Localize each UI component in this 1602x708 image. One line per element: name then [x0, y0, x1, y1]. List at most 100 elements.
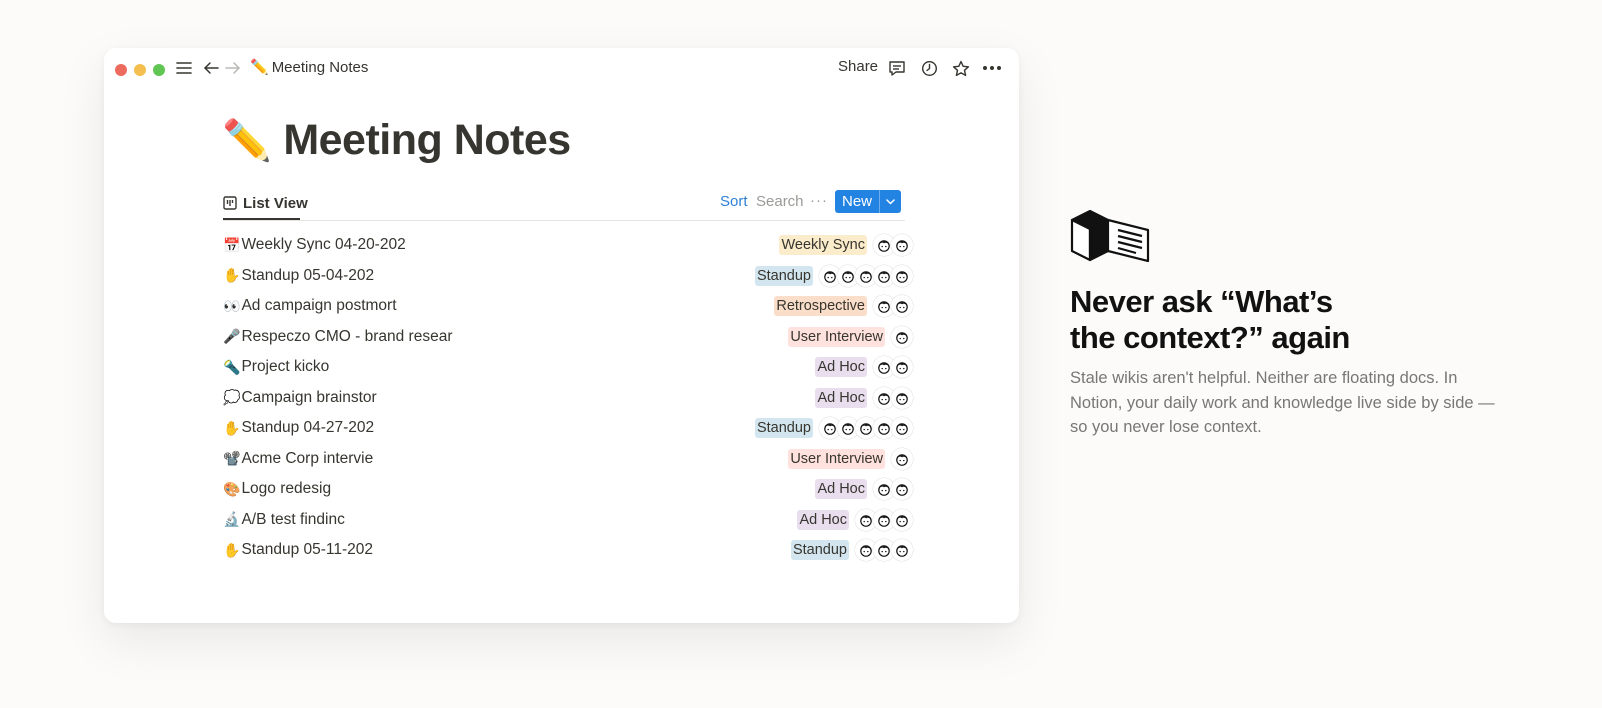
list-item-title[interactable]: 🎤 Respeczo CMO - brand resear [223, 326, 453, 348]
avatar[interactable] [891, 386, 913, 409]
list-item-title[interactable]: ✋ Standup 05-11-202 [223, 539, 373, 561]
list-item[interactable]: 🔦 Project kicko Ad Hoc [223, 352, 913, 383]
avatar[interactable] [891, 264, 913, 287]
list-item-meta: Ad Hoc [815, 477, 913, 501]
list-item[interactable]: 📅 Weekly Sync 04-20-202 Weekly Sync [223, 230, 913, 261]
avatar[interactable] [891, 234, 913, 256]
tag-badge: Weekly Sync [779, 235, 867, 255]
avatar-group [873, 234, 913, 256]
tag-badge: Standup [790, 540, 849, 560]
list-item-name: A/B test findinc [241, 510, 345, 528]
list-item-emoji: 📅 [223, 236, 241, 253]
list-item[interactable]: ✋ Standup 05-04-202 Standup [223, 261, 913, 292]
list-item-title[interactable]: ✋ Standup 05-04-202 [223, 265, 374, 287]
list-item-name: Standup 05-11-202 [241, 541, 374, 558]
view-options-button[interactable]: ··· [810, 192, 828, 209]
list-item-name: Acme Corp intervie [241, 449, 374, 467]
avatar-group [873, 356, 913, 378]
breadcrumb-emoji: ✏️ [250, 59, 269, 76]
list-item[interactable]: 🎨 Logo redesig Ad Hoc [223, 474, 913, 505]
list-item-title[interactable]: 💭 Campaign brainstor [223, 387, 377, 409]
list-item-title[interactable]: 🎨 Logo redesig [223, 478, 331, 500]
list-item-name: Standup 05-04-202 [241, 266, 375, 284]
comment-icon[interactable] [886, 56, 908, 80]
view-divider [223, 220, 905, 221]
tag-badge: Ad Hoc [797, 509, 849, 530]
list-item-title[interactable]: 📅 Weekly Sync 04-20-202 [223, 234, 406, 256]
list-item-emoji: 🎨 [223, 480, 241, 497]
list-item[interactable]: ✋ Standup 04-27-202 Standup [223, 413, 913, 444]
list-item-emoji: 🔦 [223, 358, 241, 375]
app-window: ✏️ Meeting Notes Share ✏️ Meeting Notes … [104, 48, 1019, 623]
avatar-group [855, 539, 913, 561]
list-item-name: Standup 04-27-202 [241, 419, 375, 436]
share-button[interactable]: Share [838, 58, 878, 75]
close-window-button[interactable] [115, 64, 127, 76]
list-item[interactable]: 💭 Campaign brainstor Ad Hoc [223, 383, 913, 414]
tag-badge: Ad Hoc [815, 479, 867, 499]
list-item-title[interactable]: 📽️ Acme Corp intervie [223, 448, 373, 470]
avatar[interactable] [891, 295, 913, 317]
new-button-label: New [841, 193, 872, 210]
list-item-name: Campaign brainstor [241, 388, 377, 406]
new-button[interactable]: New [835, 190, 901, 213]
search-button[interactable]: Search [756, 193, 804, 210]
list-item-meta: Standup [754, 264, 913, 288]
chevron-down-icon[interactable] [880, 198, 901, 205]
list-item-meta: Ad Hoc [815, 386, 913, 410]
avatar[interactable] [891, 539, 913, 561]
avatar-group [819, 264, 913, 287]
forward-arrow-icon[interactable] [224, 56, 242, 80]
avatar[interactable] [891, 508, 913, 531]
breadcrumb-title: Meeting Notes [271, 58, 369, 76]
list-item[interactable]: 👀 Ad campaign postmort Retrospective [223, 291, 913, 322]
list-item[interactable]: ✋ Standup 05-11-202 Standup [223, 535, 913, 566]
tag-badge: Ad Hoc [815, 357, 867, 377]
list-item-meta: Retrospective [774, 294, 913, 318]
star-icon[interactable] [950, 56, 972, 80]
more-icon[interactable] [980, 56, 1004, 80]
page-title-emoji: ✏️ [222, 119, 272, 163]
list-item[interactable]: 📽️ Acme Corp intervie User Interview [223, 444, 913, 475]
list-item-name: Respeczo CMO - brand resear [241, 327, 453, 345]
list-item-title[interactable]: 👀 Ad campaign postmort [223, 295, 397, 317]
list-item-emoji: ✋ [223, 419, 241, 436]
sort-button[interactable]: Sort [720, 193, 748, 210]
avatar-group [873, 478, 913, 500]
list-item[interactable]: 🎤 Respeczo CMO - brand resear User Intervi… [223, 322, 913, 353]
history-icon[interactable] [918, 56, 940, 80]
list-item-meta: User Interview [788, 325, 913, 349]
marketing-headline: Never ask “What’s the context?” again [1070, 284, 1510, 356]
list-item-emoji: 👀 [223, 297, 241, 314]
list-item-title[interactable]: 🔬 A/B test findinc [223, 509, 345, 531]
list-item-title[interactable]: ✋ Standup 04-27-202 [223, 417, 374, 439]
tag-badge: Ad Hoc [815, 387, 867, 408]
avatar-group [855, 508, 913, 531]
breadcrumb[interactable]: ✏️ Meeting Notes [250, 58, 369, 77]
list-item-meta: Weekly Sync [779, 233, 913, 257]
menu-icon[interactable] [174, 56, 194, 80]
back-arrow-icon[interactable] [202, 56, 220, 80]
page-title: ✏️ Meeting Notes [222, 116, 571, 165]
list-item-title[interactable]: 🔦 Project kicko [223, 356, 329, 378]
avatar[interactable] [891, 447, 913, 470]
headline-line-1: Never ask “What’s [1070, 284, 1333, 319]
maximize-window-button[interactable] [153, 64, 165, 76]
avatar[interactable] [891, 356, 913, 378]
title-bar: ✏️ Meeting Notes Share [104, 48, 1019, 92]
avatar[interactable] [891, 478, 913, 500]
tag-badge: User Interview [788, 448, 885, 469]
marketing-body: Stale wikis aren't helpful. Neither are … [1070, 369, 1495, 436]
avatar[interactable] [891, 325, 913, 348]
list-item-name: Weekly Sync 04-20-202 [241, 236, 406, 253]
avatar-group [891, 325, 913, 348]
avatar[interactable] [891, 417, 913, 439]
avatar-group [873, 386, 913, 409]
list-item[interactable]: 🔬 A/B test findinc Ad Hoc [223, 505, 913, 536]
minimize-window-button[interactable] [134, 64, 146, 76]
tag-badge: Retrospective [774, 296, 867, 316]
list-item-name: Ad campaign postmort [241, 297, 397, 314]
list-item-meta: Ad Hoc [797, 508, 913, 532]
list-item-name: Logo redesig [241, 480, 332, 497]
tab-list-view[interactable]: List View [223, 188, 308, 218]
